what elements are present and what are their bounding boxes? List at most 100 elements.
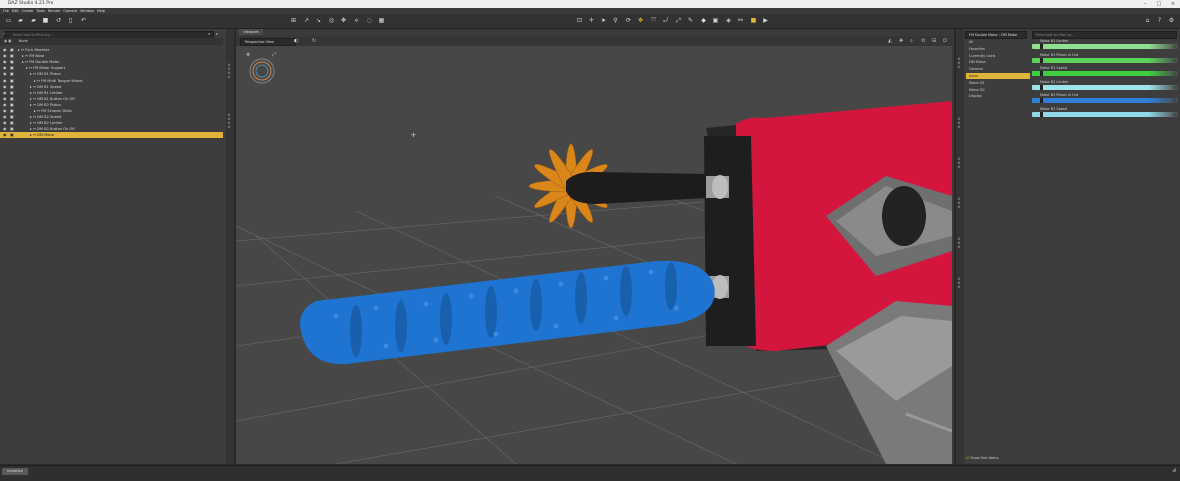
spot-render-icon[interactable]: ▦ bbox=[378, 17, 385, 24]
pan-icon[interactable]: ✛ bbox=[588, 17, 595, 24]
camera-icon[interactable]: ◭ bbox=[888, 38, 892, 44]
parameter-slider[interactable]: ⚙ bbox=[1032, 71, 1178, 77]
rotate-icon[interactable]: ⟳ bbox=[625, 17, 632, 24]
pointer-icon[interactable]: ➤ bbox=[600, 17, 607, 24]
scene-row[interactable]: ◉ ▣ ▸ ⚯ DM B1 Piston bbox=[0, 71, 223, 77]
open-folder-icon[interactable]: ▰ bbox=[17, 17, 24, 24]
checkbox-icon[interactable]: ☑ bbox=[966, 456, 969, 460]
close-icon[interactable]: × bbox=[1166, 0, 1180, 8]
move-icon[interactable]: ⤧ bbox=[650, 17, 657, 24]
reset-view-icon[interactable]: ↻ bbox=[312, 38, 316, 44]
parameter-slider[interactable]: ⚙ bbox=[1032, 57, 1178, 63]
scene-row[interactable]: ◉ ▣ ▸ ⚯ FM Motor Support bbox=[0, 65, 223, 71]
surface-tool-icon[interactable]: ◌ bbox=[366, 17, 373, 24]
brush-icon[interactable]: ✎ bbox=[687, 17, 694, 24]
slider-handle[interactable] bbox=[1040, 84, 1043, 90]
open-recent-icon[interactable]: ▰ bbox=[30, 17, 37, 24]
visibility-eye-icon[interactable]: ◉ bbox=[3, 71, 9, 77]
filter-item[interactable]: Motor B2 bbox=[966, 87, 1031, 93]
scene-row[interactable]: ◉ ▣ ▸ ⚯ DM B1 Speed bbox=[0, 84, 223, 90]
node-select-icon[interactable]: ↗ bbox=[303, 17, 310, 24]
slider-handle[interactable] bbox=[1040, 44, 1043, 49]
filter-item[interactable]: Favorites bbox=[966, 46, 1031, 52]
tab-lights-vertical[interactable]: ▮▮▮ bbox=[957, 219, 963, 249]
geometry-editor-icon[interactable]: ◆ bbox=[700, 17, 707, 24]
visibility-eye-icon[interactable]: ◉ bbox=[3, 59, 9, 65]
show-sub-items-checkbox[interactable]: ☑ Show Sub Items bbox=[966, 456, 998, 460]
draw-style-icon[interactable]: ◐ bbox=[294, 38, 298, 44]
settings-icon[interactable]: ⚙ bbox=[1168, 17, 1175, 24]
active-pose-icon[interactable]: ⚲ bbox=[612, 17, 619, 24]
joint-editor-icon[interactable]: ⟡ bbox=[353, 17, 360, 24]
region-nav-icon[interactable]: ▣ bbox=[712, 17, 719, 24]
parameter-slider[interactable]: ⚙ bbox=[1032, 44, 1178, 49]
view-tool-icon[interactable]: ⊡ bbox=[576, 17, 583, 24]
filter-item[interactable]: General bbox=[966, 66, 1031, 72]
parameter-slider[interactable]: ⚙ bbox=[1032, 112, 1178, 117]
scene-options-icon[interactable]: ▸ bbox=[216, 31, 218, 36]
tab-viewport[interactable]: Viewport bbox=[239, 29, 263, 35]
node-select[interactable]: FM Double Motor : DM Motor bbox=[965, 31, 1027, 39]
slider-handle[interactable] bbox=[1040, 112, 1043, 117]
undo-history-icon[interactable]: ↺ bbox=[55, 17, 62, 24]
minimize-icon[interactable]: – bbox=[1138, 0, 1152, 8]
new-file-icon[interactable]: ▭ bbox=[5, 17, 12, 24]
universal-gizmo-icon[interactable]: ✥ bbox=[637, 17, 644, 24]
visibility-eye-icon[interactable]: ◉ bbox=[3, 126, 9, 132]
scene-row[interactable]: ◉ ▣ ▸ ⚯ DM B2 Button On Off bbox=[0, 126, 223, 132]
filter-item[interactable]: Display bbox=[966, 93, 1031, 99]
slider-gear-icon[interactable]: ⚙ bbox=[1172, 112, 1176, 117]
scene-row[interactable]: ◉ ▣ ▸ ⚯ FM Scraper Dildo bbox=[0, 108, 223, 114]
slider-handle[interactable] bbox=[1040, 98, 1043, 104]
scene-row[interactable]: ◉ ▣ ▸ ⚯ FM Multi Tongue Wheel bbox=[0, 78, 223, 84]
pan-view-icon[interactable]: ✥ bbox=[899, 38, 903, 44]
filter-item[interactable]: DM Motor bbox=[966, 59, 1031, 65]
visibility-eye-icon[interactable]: ◉ bbox=[3, 108, 9, 114]
visibility-eye-icon[interactable]: ◉ bbox=[3, 53, 9, 59]
slider-gear-icon[interactable]: ⚙ bbox=[1172, 58, 1176, 63]
visibility-eye-icon[interactable]: ◉ bbox=[3, 47, 9, 53]
visibility-eye-icon[interactable]: ◉ bbox=[3, 84, 9, 90]
parameter-search-input[interactable]: Enter text to filter by... bbox=[1032, 31, 1177, 39]
tab-parameters-vertical[interactable]: ▮▮▮ bbox=[957, 39, 963, 69]
zoom-icon[interactable]: ⌕ bbox=[910, 38, 913, 44]
visibility-eye-icon[interactable]: ◉ bbox=[3, 65, 9, 71]
status-button[interactable]: tentative bbox=[2, 468, 28, 475]
tab-scene-vertical[interactable]: ▮▮▮▮ bbox=[227, 39, 233, 79]
render-settings-icon[interactable]: ■ bbox=[750, 17, 757, 24]
scale-tool-icon[interactable]: ◎ bbox=[328, 17, 335, 24]
tab-posing-vertical[interactable]: ▮▮▮ bbox=[957, 139, 963, 169]
visibility-eye-icon[interactable]: ◉ bbox=[3, 78, 9, 84]
help-icon[interactable]: ? bbox=[1156, 17, 1163, 24]
twist-icon[interactable]: ⤾ bbox=[662, 17, 669, 24]
save-icon[interactable]: ■ bbox=[42, 17, 49, 24]
filter-item[interactable]: Actor bbox=[966, 73, 1031, 79]
undo-icon[interactable]: ↶ bbox=[80, 17, 87, 24]
scene-row[interactable]: ◉ ▣ ▸ ⚯ Fuck Machine bbox=[0, 47, 223, 53]
visibility-eye-icon[interactable]: ◉ bbox=[3, 96, 9, 102]
filter-item[interactable]: All bbox=[966, 39, 1031, 45]
tab-render-vertical[interactable]: ▮▮▮ bbox=[957, 259, 963, 289]
home-icon[interactable]: ⌂ bbox=[1144, 17, 1151, 24]
tab-surfaces-vertical[interactable]: ▮▮▮ bbox=[957, 179, 963, 209]
visibility-eye-icon[interactable]: ◉ bbox=[3, 114, 9, 120]
surface-selection-icon[interactable]: ⚯ bbox=[737, 17, 744, 24]
aux-view-icon[interactable]: ⏻ bbox=[943, 38, 947, 44]
scene-row[interactable]: ◉ ▣ ▸ ⚯ DM B2 Limiter bbox=[0, 120, 223, 126]
scene-row[interactable]: ◉ ▣ ▸ ⚯ FM Double Motor bbox=[0, 59, 223, 65]
slider-handle[interactable] bbox=[1040, 71, 1043, 77]
render-icon[interactable]: ▶ bbox=[762, 17, 769, 24]
slider-gear-icon[interactable]: ⚙ bbox=[1172, 71, 1176, 76]
filter-item[interactable]: Currently Used bbox=[966, 53, 1031, 59]
parameter-slider[interactable]: ⚙ bbox=[1032, 84, 1178, 90]
visibility-eye-icon[interactable]: ◉ bbox=[3, 90, 9, 96]
parameter-slider[interactable]: ⚙ bbox=[1032, 98, 1178, 104]
view-select[interactable]: Perspective View bbox=[240, 38, 296, 46]
scale-icon[interactable]: ⤢ bbox=[675, 17, 682, 24]
rotate-tool-icon[interactable]: ↘ bbox=[315, 17, 322, 24]
maximize-icon[interactable]: □ bbox=[1152, 0, 1166, 8]
scene-row[interactable]: ◉ ▣ ▸ ⚯ DM B1 Button On Off bbox=[0, 96, 223, 102]
universal-tool-icon[interactable]: ⊞ bbox=[290, 17, 297, 24]
visibility-eye-icon[interactable]: ◉ bbox=[3, 102, 9, 108]
visibility-eye-icon[interactable]: ◉ bbox=[3, 120, 9, 126]
